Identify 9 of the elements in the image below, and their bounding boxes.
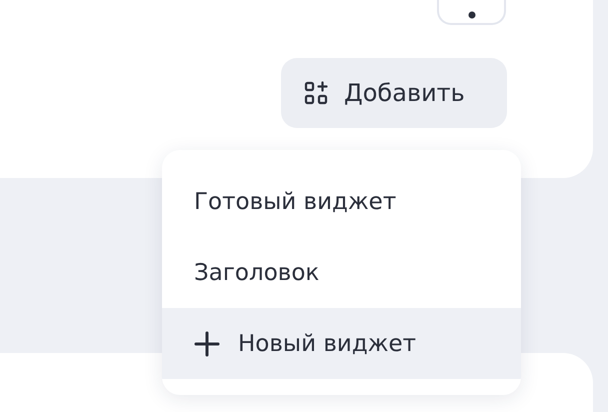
plus-icon bbox=[194, 330, 220, 356]
grid-plus-icon bbox=[304, 81, 328, 105]
more-button[interactable] bbox=[437, 0, 506, 25]
menu-item[interactable]: Заголовок bbox=[162, 237, 521, 308]
menu-item-label: Новый виджет bbox=[238, 330, 416, 356]
menu-item[interactable]: Готовый виджет bbox=[162, 166, 521, 237]
menu-item[interactable]: Новый виджет bbox=[162, 308, 521, 379]
dot-icon bbox=[468, 11, 476, 19]
add-button[interactable]: Добавить bbox=[281, 58, 507, 128]
